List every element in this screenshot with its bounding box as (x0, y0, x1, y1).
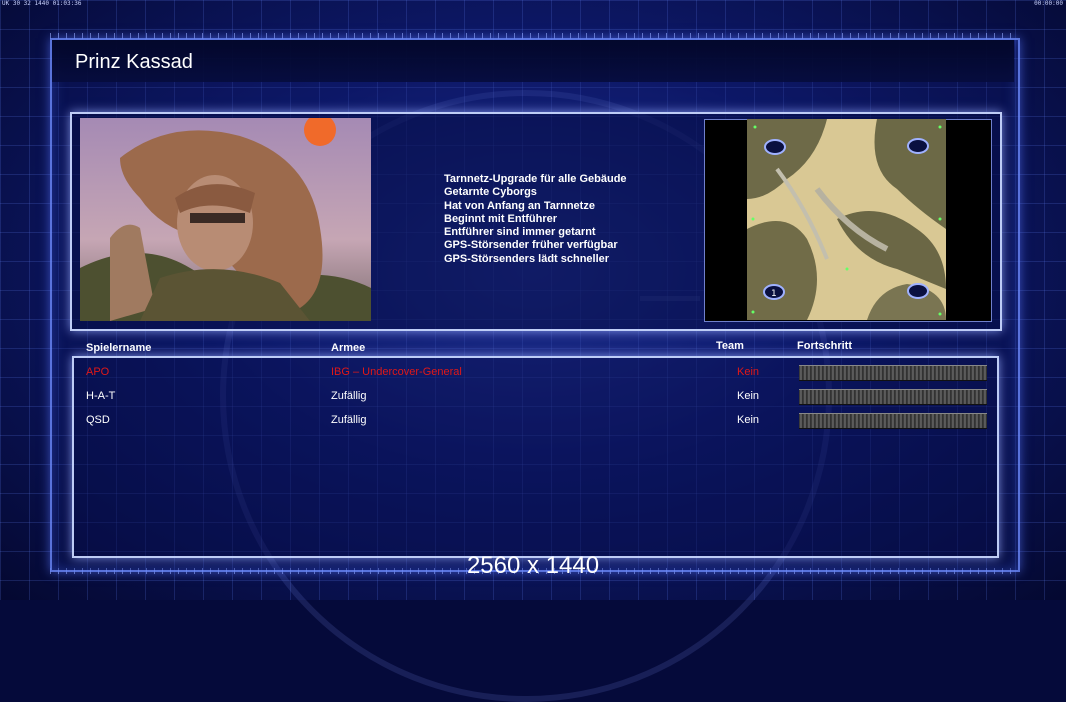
players-table (72, 356, 999, 558)
hud-status-bar: UK 30 32 1440 01:03:36 00:00:00 (0, 0, 1066, 8)
ability-item: Getarnte Cyborgs (444, 186, 537, 199)
player-army: Zufällig (331, 390, 367, 402)
player-name: APO (86, 366, 110, 378)
player-progress-bar (799, 389, 987, 405)
ability-item: GPS-Störsender früher verfügbar (444, 239, 618, 252)
player-army: Zufällig (331, 414, 367, 426)
column-header-team: Team (716, 340, 744, 352)
ability-item: Entführer sind immer getarnt (444, 226, 596, 239)
general-name-title: Prinz Kassad (75, 51, 193, 73)
player-army: IBG – Undercover-General (331, 366, 462, 378)
hud-status-left: UK 30 32 1440 01:03:36 (2, 0, 82, 7)
hud-timer: 00:00:00 (1034, 0, 1063, 7)
player-team: Kein (737, 414, 760, 426)
player-team: Kein (737, 366, 760, 378)
minimap: 1 (747, 119, 946, 320)
minimap-start-marker: 1 (771, 289, 777, 299)
ability-item: GPS-Störsenders lädt schneller (444, 252, 610, 265)
player-name: H-A-T (86, 390, 116, 402)
resolution-label: 2560 x 1440 (466, 552, 600, 579)
column-header-army: Armee (331, 342, 366, 354)
player-progress-bar (799, 365, 987, 381)
general-abilities-list: Tarnnetz-Upgrade für alle Gebäude Getarn… (444, 173, 627, 266)
ability-item: Hat von Anfang an Tarnnetze (444, 199, 595, 212)
ability-item: Tarnnetz-Upgrade für alle Gebäude (444, 173, 627, 185)
title-bar (52, 40, 1014, 82)
column-header-progress: Fortschritt (797, 340, 852, 352)
column-header-player-name: Spielername (86, 342, 152, 354)
player-progress-bar (799, 413, 987, 429)
player-name: QSD (86, 414, 110, 426)
ability-item: Beginnt mit Entführer (444, 212, 558, 225)
player-team: Kein (737, 390, 760, 402)
general-portrait (80, 118, 371, 321)
